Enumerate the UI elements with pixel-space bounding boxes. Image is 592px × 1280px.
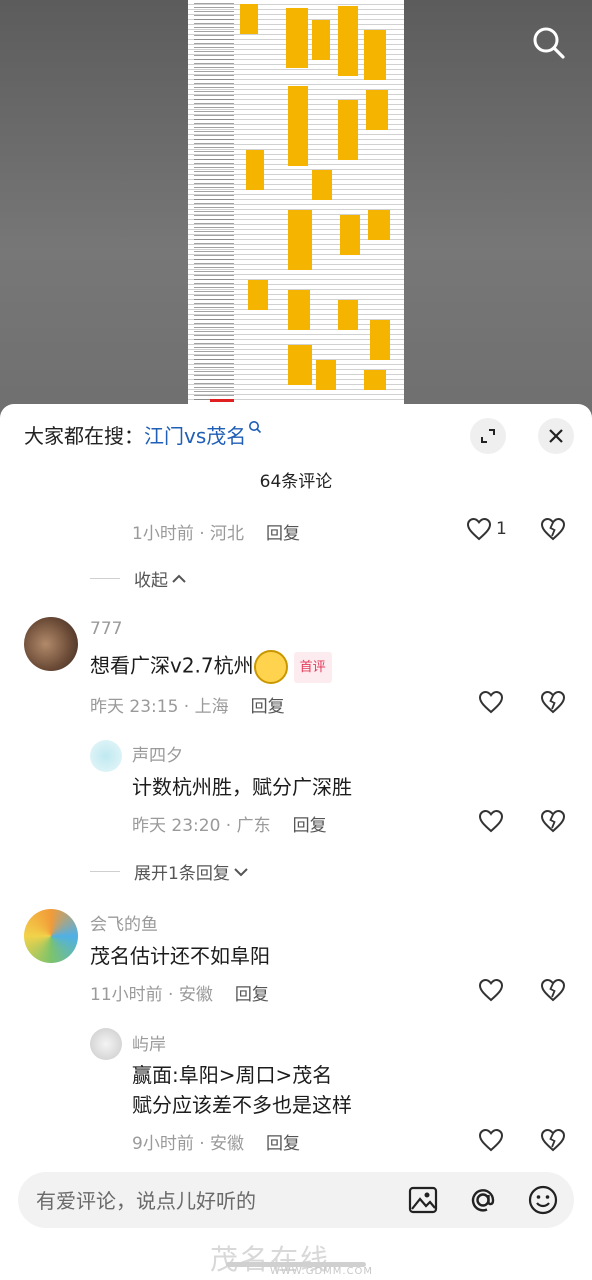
heart-icon [466,517,492,541]
comment-time: 11小时前 · 安徽 [90,985,213,1005]
username[interactable]: 声四夕 [132,741,183,766]
media-preview[interactable] [0,0,592,420]
broken-heart-icon [540,978,566,1002]
reply-button[interactable]: 回复 [235,985,269,1005]
like-count: 1 [496,519,507,539]
avatar[interactable] [24,617,78,671]
comment-time: 1小时前 · 河北 [132,524,245,544]
comment-time: 9小时前 · 安徽 [132,1134,245,1154]
comment-text-line-2: 赋分应该差不多也是这样 [132,1093,352,1117]
comment-body: 想看广深v2.7杭州 [90,653,254,678]
comment-meta: 昨天 23:20 · 广东 回复 [132,811,327,836]
hot-search-prefix: 大家都在搜： [24,424,144,448]
grin-emoji-icon [253,650,288,684]
hot-search-bar[interactable]: 大家都在搜：江门vs茂名 [24,420,262,449]
collapse-replies-button[interactable]: 收起 [90,566,187,591]
broken-heart-icon [540,517,566,541]
search-small-icon [249,421,262,434]
document-image [188,0,404,410]
comment-text-line-1: 赢面:阜阳>周口>茂名 [132,1063,333,1087]
image-icon [408,1186,438,1214]
mention-button[interactable] [468,1185,498,1219]
comment-text: 想看广深v2.7杭州 首评 [90,650,332,684]
like-button[interactable] [478,690,504,718]
close-icon [549,429,563,443]
heart-icon [478,809,504,833]
like-button[interactable] [478,809,504,837]
comment-text: 茂名估计还不如阜阳 [90,944,270,968]
comment-meta: 1小时前 · 河北 回复 [132,519,300,544]
dislike-button[interactable] [540,809,566,837]
heart-icon [478,978,504,1002]
dislike-button[interactable] [540,1128,566,1156]
close-button[interactable] [538,418,574,454]
reply-button[interactable]: 回复 [293,816,327,836]
home-indicator[interactable] [226,1262,366,1267]
watermark-logo: 茂名在线 WWW.GDMM.COM [210,1243,374,1277]
expand-icon [481,429,495,443]
heart-icon [478,690,504,714]
search-icon[interactable] [532,26,566,60]
image-picker-button[interactable] [408,1186,438,1218]
like-button[interactable] [478,1128,504,1156]
smiley-icon [528,1185,558,1215]
dislike-button[interactable] [540,517,566,545]
heart-icon [478,1128,504,1152]
chevron-down-icon [234,867,248,876]
username[interactable]: 屿岸 [132,1030,166,1055]
username[interactable]: 会飞的鱼 [90,910,158,935]
broken-heart-icon [540,809,566,833]
reply-button[interactable]: 回复 [251,697,285,717]
avatar[interactable] [24,909,78,963]
reply-button[interactable]: 回复 [266,1134,300,1154]
comment-time: 昨天 23:20 · 广东 [132,816,271,836]
broken-heart-icon [540,690,566,714]
chevron-up-icon [172,574,186,583]
emoji-button[interactable] [528,1185,558,1219]
expand-label: 展开1条回复 [134,864,230,884]
reply-button[interactable]: 回复 [266,524,300,544]
comment-input[interactable] [34,1172,398,1230]
avatar[interactable] [90,740,122,772]
like-button[interactable] [466,517,492,545]
comment-meta: 11小时前 · 安徽 回复 [90,980,269,1005]
comment-input-bar [18,1172,574,1230]
expand-fullscreen-button[interactable] [470,418,506,454]
comment-meta: 9小时前 · 安徽 回复 [132,1129,300,1154]
like-button[interactable] [478,978,504,1006]
expand-replies-button[interactable]: 展开1条回复 [90,859,249,884]
dislike-button[interactable] [540,690,566,718]
comment-text: 计数杭州胜，赋分广深胜 [132,775,352,799]
username[interactable]: 777 [90,619,122,639]
comment-time: 昨天 23:15 · 上海 [90,697,229,717]
comment-meta: 昨天 23:15 · 上海 回复 [90,692,285,717]
hot-search-keyword[interactable]: 江门vs茂名 [144,424,246,448]
collapse-label: 收起 [134,571,168,591]
broken-heart-icon [540,1128,566,1152]
avatar[interactable] [90,1028,122,1060]
first-comment-badge: 首评 [293,651,332,683]
at-icon [471,1189,495,1212]
dislike-button[interactable] [540,978,566,1006]
comment-count: 64条评论 [259,472,333,492]
